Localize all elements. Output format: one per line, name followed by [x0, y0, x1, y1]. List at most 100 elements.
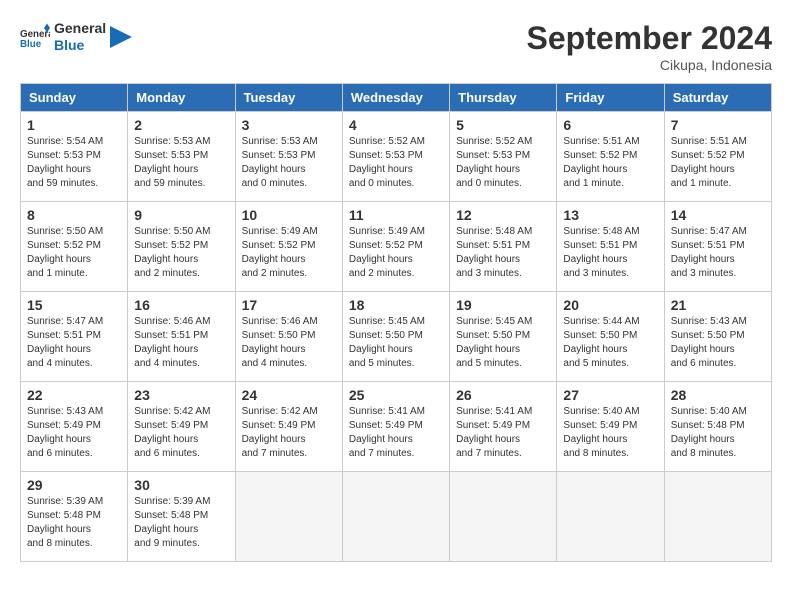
day-info: Sunrise: 5:43 AMSunset: 5:50 PMDaylight …	[671, 315, 765, 371]
day-number: 22	[27, 387, 121, 403]
day-info: Sunrise: 5:39 AMSunset: 5:48 PMDaylight …	[134, 495, 228, 551]
table-row: 3 Sunrise: 5:53 AMSunset: 5:53 PMDayligh…	[235, 112, 342, 202]
day-info: Sunrise: 5:39 AMSunset: 5:48 PMDaylight …	[27, 495, 121, 551]
day-number: 3	[242, 117, 336, 133]
table-row: 15 Sunrise: 5:47 AMSunset: 5:51 PMDaylig…	[21, 292, 128, 382]
table-row: 2 Sunrise: 5:53 AMSunset: 5:53 PMDayligh…	[128, 112, 235, 202]
svg-text:Blue: Blue	[20, 39, 42, 50]
table-row: 4 Sunrise: 5:52 AMSunset: 5:53 PMDayligh…	[342, 112, 449, 202]
table-row: 29 Sunrise: 5:39 AMSunset: 5:48 PMDaylig…	[21, 472, 128, 562]
day-info: Sunrise: 5:46 AMSunset: 5:50 PMDaylight …	[242, 315, 336, 371]
table-row: 6 Sunrise: 5:51 AMSunset: 5:52 PMDayligh…	[557, 112, 664, 202]
day-number: 1	[27, 117, 121, 133]
day-info: Sunrise: 5:48 AMSunset: 5:51 PMDaylight …	[563, 225, 657, 281]
day-number: 11	[349, 207, 443, 223]
month-title: September 2024	[527, 20, 772, 57]
day-info: Sunrise: 5:43 AMSunset: 5:49 PMDaylight …	[27, 405, 121, 461]
table-row: 14 Sunrise: 5:47 AMSunset: 5:51 PMDaylig…	[664, 202, 771, 292]
day-info: Sunrise: 5:47 AMSunset: 5:51 PMDaylight …	[671, 225, 765, 281]
table-row	[235, 472, 342, 562]
header-saturday: Saturday	[664, 84, 771, 112]
table-row: 23 Sunrise: 5:42 AMSunset: 5:49 PMDaylig…	[128, 382, 235, 472]
day-info: Sunrise: 5:52 AMSunset: 5:53 PMDaylight …	[456, 135, 550, 191]
day-number: 29	[27, 477, 121, 493]
day-number: 12	[456, 207, 550, 223]
table-row: 30 Sunrise: 5:39 AMSunset: 5:48 PMDaylig…	[128, 472, 235, 562]
calendar-week-row: 22 Sunrise: 5:43 AMSunset: 5:49 PMDaylig…	[21, 382, 772, 472]
day-info: Sunrise: 5:42 AMSunset: 5:49 PMDaylight …	[242, 405, 336, 461]
day-info: Sunrise: 5:53 AMSunset: 5:53 PMDaylight …	[134, 135, 228, 191]
table-row: 8 Sunrise: 5:50 AMSunset: 5:52 PMDayligh…	[21, 202, 128, 292]
day-number: 18	[349, 297, 443, 313]
table-row: 20 Sunrise: 5:44 AMSunset: 5:50 PMDaylig…	[557, 292, 664, 382]
header-tuesday: Tuesday	[235, 84, 342, 112]
day-info: Sunrise: 5:53 AMSunset: 5:53 PMDaylight …	[242, 135, 336, 191]
day-number: 9	[134, 207, 228, 223]
title-block: September 2024 Cikupa, Indonesia	[527, 20, 772, 73]
day-info: Sunrise: 5:49 AMSunset: 5:52 PMDaylight …	[349, 225, 443, 281]
logo-icon: General Blue	[20, 22, 50, 52]
table-row	[664, 472, 771, 562]
table-row: 16 Sunrise: 5:46 AMSunset: 5:51 PMDaylig…	[128, 292, 235, 382]
day-number: 7	[671, 117, 765, 133]
day-number: 24	[242, 387, 336, 403]
table-row: 7 Sunrise: 5:51 AMSunset: 5:52 PMDayligh…	[664, 112, 771, 202]
day-info: Sunrise: 5:48 AMSunset: 5:51 PMDaylight …	[456, 225, 550, 281]
table-row: 28 Sunrise: 5:40 AMSunset: 5:48 PMDaylig…	[664, 382, 771, 472]
day-info: Sunrise: 5:52 AMSunset: 5:53 PMDaylight …	[349, 135, 443, 191]
day-number: 19	[456, 297, 550, 313]
day-info: Sunrise: 5:44 AMSunset: 5:50 PMDaylight …	[563, 315, 657, 371]
table-row: 25 Sunrise: 5:41 AMSunset: 5:49 PMDaylig…	[342, 382, 449, 472]
day-info: Sunrise: 5:54 AMSunset: 5:53 PMDaylight …	[27, 135, 121, 191]
table-row: 27 Sunrise: 5:40 AMSunset: 5:49 PMDaylig…	[557, 382, 664, 472]
table-row: 13 Sunrise: 5:48 AMSunset: 5:51 PMDaylig…	[557, 202, 664, 292]
header-friday: Friday	[557, 84, 664, 112]
day-info: Sunrise: 5:41 AMSunset: 5:49 PMDaylight …	[349, 405, 443, 461]
day-number: 10	[242, 207, 336, 223]
table-row: 12 Sunrise: 5:48 AMSunset: 5:51 PMDaylig…	[450, 202, 557, 292]
logo: General Blue General Blue	[20, 20, 132, 54]
table-row: 9 Sunrise: 5:50 AMSunset: 5:52 PMDayligh…	[128, 202, 235, 292]
logo-arrow-icon	[110, 26, 132, 48]
day-info: Sunrise: 5:40 AMSunset: 5:49 PMDaylight …	[563, 405, 657, 461]
calendar-week-row: 1 Sunrise: 5:54 AMSunset: 5:53 PMDayligh…	[21, 112, 772, 202]
day-number: 26	[456, 387, 550, 403]
day-number: 28	[671, 387, 765, 403]
table-row: 24 Sunrise: 5:42 AMSunset: 5:49 PMDaylig…	[235, 382, 342, 472]
day-info: Sunrise: 5:42 AMSunset: 5:49 PMDaylight …	[134, 405, 228, 461]
day-number: 21	[671, 297, 765, 313]
logo-blue-text: Blue	[54, 37, 106, 54]
day-info: Sunrise: 5:50 AMSunset: 5:52 PMDaylight …	[27, 225, 121, 281]
header-sunday: Sunday	[21, 84, 128, 112]
table-row: 11 Sunrise: 5:49 AMSunset: 5:52 PMDaylig…	[342, 202, 449, 292]
location: Cikupa, Indonesia	[527, 57, 772, 73]
header-wednesday: Wednesday	[342, 84, 449, 112]
day-info: Sunrise: 5:51 AMSunset: 5:52 PMDaylight …	[671, 135, 765, 191]
header-thursday: Thursday	[450, 84, 557, 112]
day-number: 6	[563, 117, 657, 133]
day-number: 30	[134, 477, 228, 493]
table-row: 22 Sunrise: 5:43 AMSunset: 5:49 PMDaylig…	[21, 382, 128, 472]
day-info: Sunrise: 5:40 AMSunset: 5:48 PMDaylight …	[671, 405, 765, 461]
table-row: 21 Sunrise: 5:43 AMSunset: 5:50 PMDaylig…	[664, 292, 771, 382]
calendar-table: Sunday Monday Tuesday Wednesday Thursday…	[20, 83, 772, 562]
day-number: 4	[349, 117, 443, 133]
day-info: Sunrise: 5:47 AMSunset: 5:51 PMDaylight …	[27, 315, 121, 371]
day-info: Sunrise: 5:49 AMSunset: 5:52 PMDaylight …	[242, 225, 336, 281]
calendar-week-row: 29 Sunrise: 5:39 AMSunset: 5:48 PMDaylig…	[21, 472, 772, 562]
table-row: 1 Sunrise: 5:54 AMSunset: 5:53 PMDayligh…	[21, 112, 128, 202]
table-row: 18 Sunrise: 5:45 AMSunset: 5:50 PMDaylig…	[342, 292, 449, 382]
table-row	[450, 472, 557, 562]
calendar-week-row: 15 Sunrise: 5:47 AMSunset: 5:51 PMDaylig…	[21, 292, 772, 382]
day-number: 15	[27, 297, 121, 313]
day-info: Sunrise: 5:45 AMSunset: 5:50 PMDaylight …	[349, 315, 443, 371]
day-number: 25	[349, 387, 443, 403]
day-number: 16	[134, 297, 228, 313]
header-monday: Monday	[128, 84, 235, 112]
day-info: Sunrise: 5:46 AMSunset: 5:51 PMDaylight …	[134, 315, 228, 371]
weekday-header-row: Sunday Monday Tuesday Wednesday Thursday…	[21, 84, 772, 112]
table-row: 10 Sunrise: 5:49 AMSunset: 5:52 PMDaylig…	[235, 202, 342, 292]
day-number: 2	[134, 117, 228, 133]
day-number: 27	[563, 387, 657, 403]
table-row: 26 Sunrise: 5:41 AMSunset: 5:49 PMDaylig…	[450, 382, 557, 472]
